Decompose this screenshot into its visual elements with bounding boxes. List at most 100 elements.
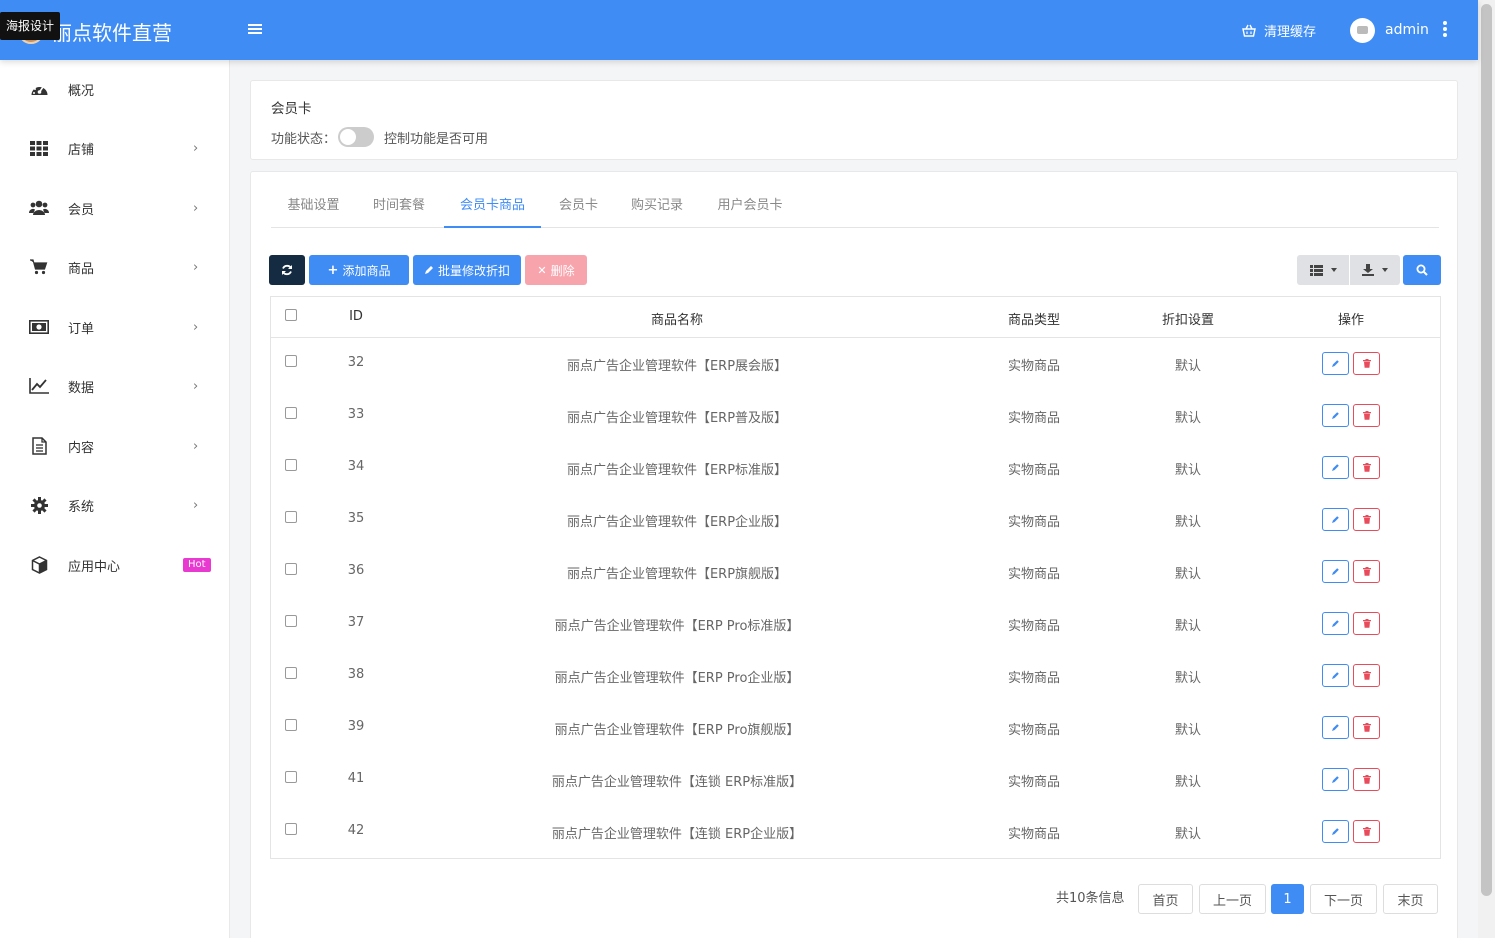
more-vertical-icon[interactable]	[1442, 21, 1448, 39]
delete-row-button[interactable]	[1353, 768, 1380, 791]
feature-status-row: 功能状态： 控制功能是否可用	[271, 127, 488, 147]
row-checkbox[interactable]	[285, 511, 297, 523]
delete-row-button[interactable]	[1353, 820, 1380, 843]
row-checkbox[interactable]	[285, 459, 297, 471]
edit-button[interactable]	[1322, 352, 1349, 375]
table-row: 39 丽点广告企业管理软件【ERP Pro旗舰版】 实物商品 默认	[271, 702, 1440, 754]
row-discount: 默认	[1174, 359, 1201, 374]
tab-user-cards[interactable]: 用户会员卡	[707, 185, 793, 228]
delete-row-button[interactable]	[1353, 612, 1380, 635]
sidebar-item-store[interactable]: 店铺 ›	[0, 128, 230, 168]
document-icon	[29, 437, 49, 455]
username: admin	[1385, 22, 1429, 38]
scrollbar-thumb[interactable]	[1481, 4, 1492, 896]
tab-purchase-records[interactable]: 购买记录	[621, 185, 693, 228]
pencil-icon	[1332, 568, 1339, 575]
top-bar: 丽点软件直营 清理缓存 admin	[0, 0, 1478, 60]
search-button[interactable]	[1403, 255, 1441, 285]
delete-row-button[interactable]	[1353, 352, 1380, 375]
row-discount: 默认	[1174, 619, 1201, 634]
row-type: 实物商品	[1007, 515, 1060, 530]
status-description: 控制功能是否可用	[384, 131, 489, 147]
tooltip: 海报设计	[0, 12, 61, 40]
delete-row-button[interactable]	[1353, 716, 1380, 739]
delete-row-button[interactable]	[1353, 456, 1380, 479]
sidebar-item-label: 商品	[68, 261, 95, 277]
edit-button[interactable]	[1322, 612, 1349, 635]
delete-button[interactable]: ✕ 删除	[525, 255, 587, 285]
delete-row-button[interactable]	[1353, 404, 1380, 427]
next-page-button[interactable]: 下一页	[1310, 884, 1377, 914]
basket-icon	[1242, 24, 1256, 37]
sidebar-item-goods[interactable]: 商品 ›	[0, 247, 230, 287]
table-row: 36 丽点广告企业管理软件【ERP旗舰版】 实物商品 默认	[271, 546, 1440, 598]
prev-page-button[interactable]: 上一页	[1199, 884, 1266, 914]
sidebar-item-overview[interactable]: 概况	[0, 69, 230, 109]
row-checkbox[interactable]	[285, 615, 297, 627]
select-all-checkbox[interactable]	[285, 309, 297, 321]
hamburger-menu-icon[interactable]	[248, 22, 262, 38]
row-name: 丽点广告企业管理软件【ERP展会版】	[566, 359, 788, 374]
sidebar-item-content[interactable]: 内容 ›	[0, 426, 230, 466]
row-discount: 默认	[1174, 775, 1201, 790]
export-dropdown[interactable]	[1350, 255, 1400, 285]
delete-row-button[interactable]	[1353, 560, 1380, 583]
edit-button[interactable]	[1322, 716, 1349, 739]
feature-toggle[interactable]	[338, 127, 375, 147]
row-checkbox[interactable]	[285, 563, 297, 575]
sidebar: 概况 店铺 › 会员 › 商品 › 订单 › 数据 › 内容 › 系统 › 应用…	[0, 60, 230, 938]
pencil-icon	[424, 266, 433, 274]
edit-button[interactable]	[1322, 508, 1349, 531]
row-name: 丽点广告企业管理软件【ERP标准版】	[566, 463, 788, 478]
edit-button[interactable]	[1322, 456, 1349, 479]
edit-button[interactable]	[1322, 404, 1349, 427]
pencil-icon	[1332, 828, 1339, 835]
row-name: 丽点广告企业管理软件【连锁 ERP企业版】	[551, 827, 803, 842]
tab-basic-settings[interactable]: 基础设置	[271, 185, 356, 228]
tab-card-goods[interactable]: 会员卡商品	[444, 185, 541, 228]
row-checkbox[interactable]	[285, 667, 297, 679]
trash-icon	[1362, 411, 1371, 420]
table-row: 41 丽点广告企业管理软件【连锁 ERP标准版】 实物商品 默认	[271, 754, 1440, 806]
first-page-button[interactable]: 首页	[1138, 884, 1193, 914]
sidebar-item-app-center[interactable]: 应用中心 Hot	[0, 545, 230, 585]
row-discount: 默认	[1174, 567, 1201, 582]
page-1-button[interactable]: 1	[1271, 884, 1304, 914]
row-checkbox[interactable]	[285, 719, 297, 731]
batch-edit-discount-button[interactable]: 批量修改折扣	[413, 255, 521, 285]
sidebar-item-data[interactable]: 数据 ›	[0, 366, 230, 406]
gear-icon	[29, 496, 49, 514]
row-type: 实物商品	[1007, 359, 1060, 374]
table-row: 35 丽点广告企业管理软件【ERP企业版】 实物商品 默认	[271, 494, 1440, 546]
row-discount: 默认	[1174, 827, 1201, 842]
user-menu[interactable]: admin	[1350, 17, 1429, 43]
sidebar-item-members[interactable]: 会员 ›	[0, 188, 230, 228]
row-checkbox[interactable]	[285, 355, 297, 367]
delete-row-button[interactable]	[1353, 508, 1380, 531]
row-checkbox[interactable]	[285, 771, 297, 783]
edit-button[interactable]	[1322, 820, 1349, 843]
row-checkbox[interactable]	[285, 407, 297, 419]
row-checkbox[interactable]	[285, 823, 297, 835]
vertical-scrollbar[interactable]	[1478, 0, 1495, 938]
edit-button[interactable]	[1322, 768, 1349, 791]
goods-table: ID 商品名称 商品类型 折扣设置 操作 32 丽点广告企业管理软件【ERP展会版…	[270, 296, 1441, 859]
table-row: 32 丽点广告企业管理软件【ERP展会版】 实物商品 默认	[271, 338, 1440, 390]
sidebar-item-orders[interactable]: 订单 ›	[0, 307, 230, 347]
edit-button[interactable]	[1322, 560, 1349, 583]
row-id: 41	[347, 771, 365, 786]
clear-cache-button[interactable]: 清理缓存	[1242, 20, 1316, 40]
tab-time-packages[interactable]: 时间套餐	[359, 185, 439, 228]
sidebar-item-system[interactable]: 系统 ›	[0, 485, 230, 525]
delete-row-button[interactable]	[1353, 664, 1380, 687]
columns-dropdown[interactable]	[1297, 255, 1349, 285]
pencil-icon	[1332, 412, 1339, 419]
sidebar-item-label: 概况	[68, 83, 95, 99]
edit-button[interactable]	[1322, 664, 1349, 687]
add-goods-button[interactable]: + 添加商品	[309, 255, 409, 285]
last-page-button[interactable]: 末页	[1383, 884, 1438, 914]
tab-member-card[interactable]: 会员卡	[551, 185, 606, 228]
pencil-icon	[1332, 360, 1339, 367]
refresh-button[interactable]	[269, 255, 305, 285]
trash-icon	[1362, 775, 1371, 784]
